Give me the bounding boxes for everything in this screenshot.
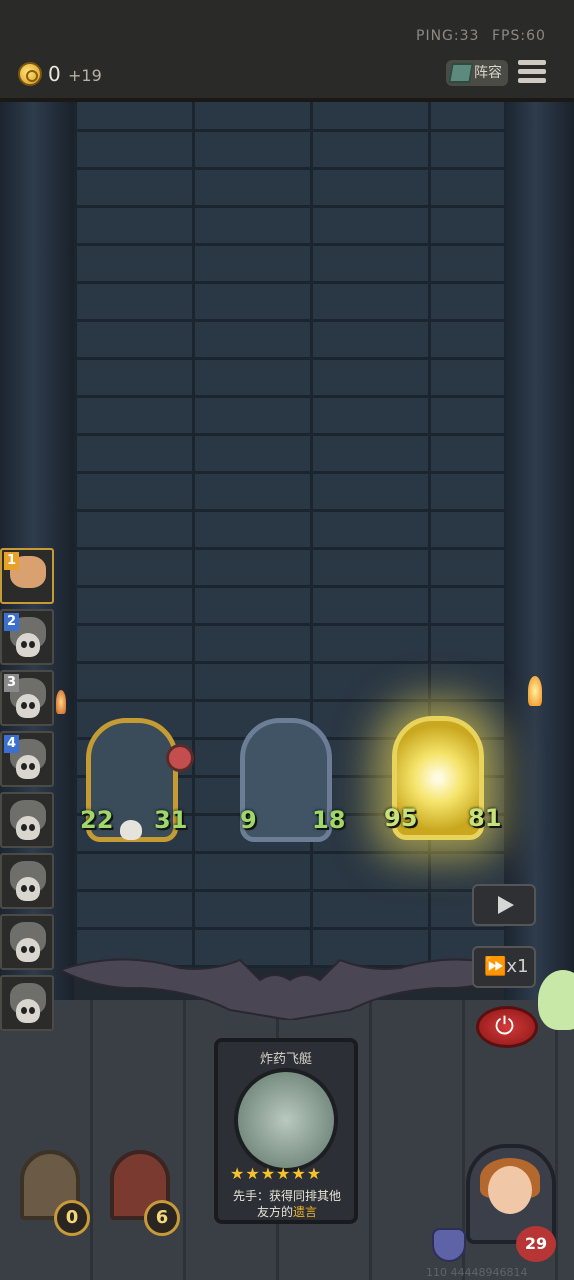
skull-icon (16, 877, 40, 901)
shield-icon (432, 1228, 466, 1262)
gold-coin-icon (18, 62, 42, 86)
lineup-label: 阵容 (474, 65, 502, 81)
turn-order-slot[interactable] (0, 975, 54, 1031)
airship-art (234, 1068, 338, 1172)
hero-health: 29 (516, 1226, 556, 1262)
fps-readout: FPS:60 (492, 28, 546, 44)
monster-count: 6 (144, 1200, 180, 1236)
hand-card-title: 炸药飞艇 (259, 1052, 312, 1067)
menu-icon[interactable] (518, 60, 546, 86)
ping-readout: PING:33 (416, 28, 480, 44)
speed-label: ⏩x1 (484, 956, 529, 977)
torch-flame-icon (56, 690, 66, 714)
game-screen: PING:33 FPS:60 0 +19 阵容 1234 22 31 9 18 … (0, 0, 574, 1280)
attack-value: 95 (384, 804, 418, 832)
gold-amount: 0 (48, 62, 61, 86)
hand-card-description: 先手：获得同排其他 友方的遗言 (232, 1189, 341, 1219)
health-value: 31 (154, 806, 188, 834)
turn-order-slot[interactable] (0, 853, 54, 909)
turn-order-number: 4 (4, 735, 19, 753)
torch-flame-icon (528, 676, 542, 706)
turn-order-slot[interactable]: 3 (0, 670, 54, 726)
turn-order-slot[interactable]: 4 (0, 731, 54, 787)
health-value: 18 (312, 806, 346, 834)
star-rating: ★★★★★★ (230, 1164, 323, 1183)
pet-creature (538, 970, 574, 1030)
top-bar (0, 0, 574, 102)
health-value: 81 (468, 804, 502, 832)
play-icon (498, 896, 514, 914)
rage-gem-icon (166, 744, 194, 772)
chest-count: 0 (54, 1200, 90, 1236)
gold-income: +19 (68, 66, 102, 85)
keyword-deathrattle: 遗言 (293, 1205, 318, 1219)
lineup-button[interactable]: 阵容 (446, 60, 508, 86)
turn-order-slot[interactable] (0, 914, 54, 970)
attack-value: 22 (80, 806, 114, 834)
turn-order-slot[interactable] (0, 792, 54, 848)
skull-icon (16, 694, 40, 718)
skull-icon (16, 938, 40, 962)
turn-order-number: 1 (4, 552, 19, 570)
skull-icon (16, 755, 40, 779)
bat-ornament (60, 958, 520, 1020)
skull-icon (16, 633, 40, 657)
attack-value: 9 (240, 806, 257, 834)
hand-card[interactable]: 炸药飞艇 ★★★★★★ 先手：获得同排其他 友方的遗言 (214, 1038, 358, 1224)
skull-icon (16, 999, 40, 1023)
play-button[interactable] (472, 884, 536, 926)
turn-order-slot[interactable]: 1 (0, 548, 54, 604)
skull-icon (16, 816, 40, 840)
user-id: 110 44448946814 (426, 1266, 528, 1279)
turn-order-number: 3 (4, 674, 19, 692)
speed-button[interactable]: ⏩x1 (472, 946, 536, 988)
surrender-power-button[interactable] (476, 1006, 538, 1048)
book-icon (448, 63, 474, 83)
turn-order-number: 2 (4, 613, 19, 631)
skull-icon (120, 820, 142, 840)
turn-order-slot[interactable]: 2 (0, 609, 54, 665)
